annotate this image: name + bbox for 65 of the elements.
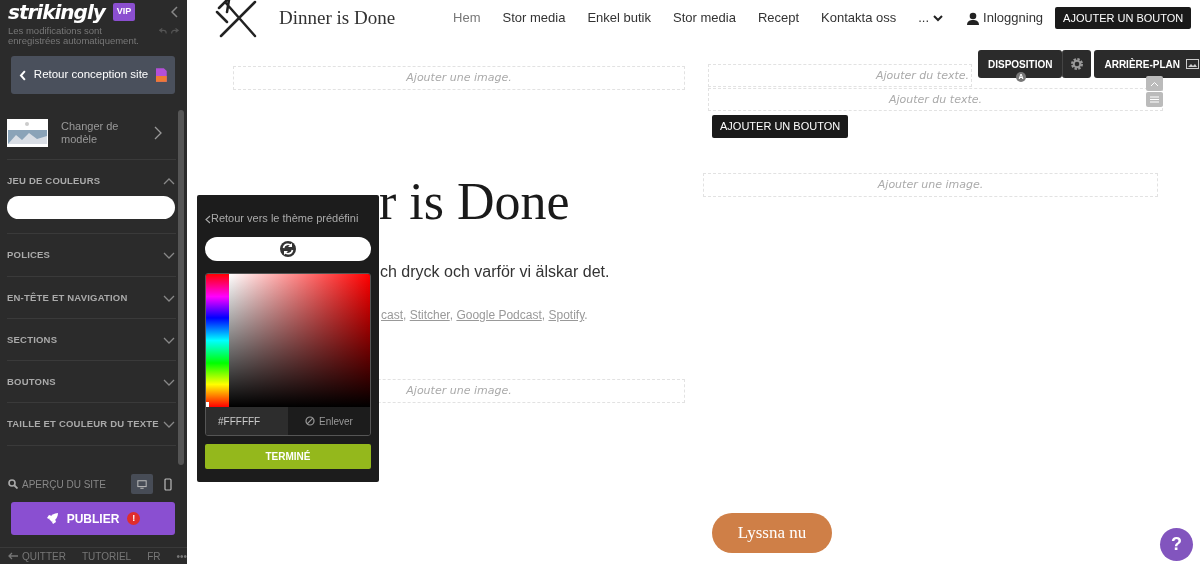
chevron-right-icon[interactable] [154,125,162,140]
preview-label[interactable]: APERÇU DU SITE [22,476,127,492]
links-text: cast, Stitcher, Google Podcast, Spotify. [381,307,588,324]
template-label: Changer de modèle [60,119,120,146]
nav-link[interactable]: Kontakta oss [821,8,897,28]
back-button[interactable]: Retour conception site [11,56,175,94]
chevron-left-icon [205,214,211,224]
nav-link[interactable]: ... [918,8,944,28]
quit-link[interactable]: QUITTER [8,548,66,564]
page-icon [156,68,167,82]
publish-button[interactable]: PUBLIER ! [11,502,175,535]
footer-link[interactable]: TUTORIEL [81,548,132,564]
rocket-icon [45,512,59,525]
monitor-icon [137,478,147,490]
nav-link[interactable]: Enkel butik [587,8,651,28]
phone-icon [164,477,172,491]
scrollbar[interactable] [178,110,184,465]
template-thumbnail[interactable] [7,118,48,147]
listen-button[interactable]: Lyssna nu [712,512,832,553]
hue-slider[interactable] [206,274,229,407]
background-button[interactable]: ARRIÈRE-PLAN [1094,50,1200,78]
nav-link[interactable]: Hem [453,8,481,28]
footer-link[interactable]: ••• [176,548,188,564]
section-header[interactable]: TAILLE ET COULEUR DU TEXTE [7,417,159,432]
search-icon[interactable] [8,479,18,489]
chevron-up-icon [1150,80,1159,87]
add-button[interactable]: AJOUTER UN BOUTON [712,115,849,138]
arrow-left-icon [8,552,18,560]
section-header[interactable]: BOUTONS [7,375,56,390]
color-swatch[interactable] [205,237,371,261]
section-header[interactable]: SECTIONS [7,332,58,347]
hex-input[interactable]: #FFFFFF [206,407,288,435]
user-icon [967,11,980,25]
color-gradient[interactable] [229,274,370,407]
prohibited-icon [305,416,316,426]
login-link[interactable]: Inloggning [967,8,1044,28]
menu-icon [1150,96,1159,103]
autosave-note: Les modifications sont enregistrées automatiquement. [8,26,140,47]
logo[interactable]: strikingly [8,0,105,27]
hue-thumb[interactable] [206,402,209,407]
alert-badge: ! [127,512,141,525]
settings-button[interactable] [1062,50,1092,78]
footer-link[interactable]: FR [147,548,161,564]
collapse-icon[interactable] [171,6,179,18]
tagline: ch dryck och varför vi älskar det. [380,262,610,282]
nav-link[interactable]: Stor media [502,8,566,28]
desktop-view-button[interactable] [131,474,153,494]
nav-link[interactable]: Stor media [673,8,736,28]
section-header[interactable]: JEU DE COULEURS [7,174,101,189]
refresh-icon [279,240,297,258]
help-button[interactable]: ? [1160,528,1193,561]
move-up-button[interactable] [1146,76,1163,91]
chevron-down-icon [933,14,944,22]
site-title[interactable]: Dinner is Done [279,3,396,33]
section-header[interactable]: EN-TÊTE ET NAVIGATION [7,290,128,305]
hero-heading: r is Done [379,176,570,228]
nav-link[interactable]: Recept [757,8,800,28]
section-header[interactable]: POLICES [7,248,51,263]
back-link[interactable]: Retour vers le thème prédéfini [205,212,359,225]
image-icon [1186,59,1199,69]
color-scheme-swatch[interactable] [7,196,175,220]
add-button[interactable]: AJOUTER UN BOUTON [1055,6,1192,30]
chevron-left-icon [19,69,26,81]
settings-icon [1070,57,1085,71]
vip-badge: VIP [112,3,136,21]
